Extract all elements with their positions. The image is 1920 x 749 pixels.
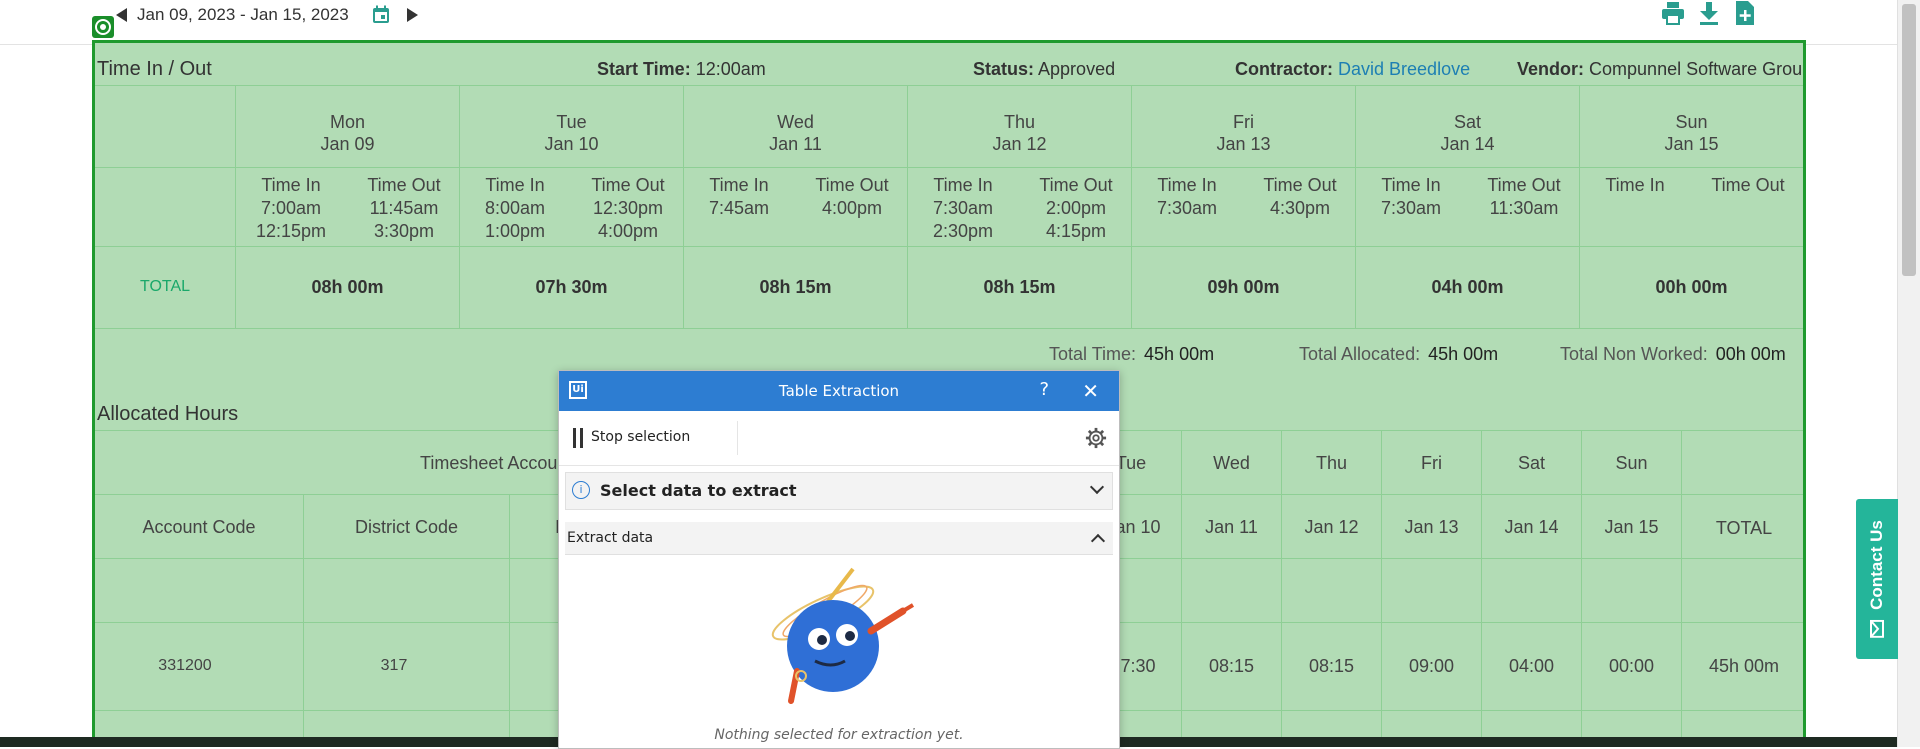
time-in-tue: Time In 8:00am 1:00pm bbox=[484, 175, 546, 241]
pause-icon[interactable] bbox=[573, 428, 583, 448]
empty-state-message: Nothing selected for extraction yet. bbox=[714, 727, 964, 743]
alloc-date-sat: Jan 14 bbox=[1504, 517, 1559, 537]
alloc-day-sat: Sat bbox=[1517, 453, 1546, 473]
info-icon: i bbox=[572, 481, 590, 499]
alloc-day-sun: Sun bbox=[1615, 453, 1648, 473]
contact-us-tab[interactable]: Contact Us bbox=[1856, 499, 1898, 659]
vendor: Vendor: Compunnel Software Group bbox=[1517, 59, 1806, 79]
total-fri: 09h 00m bbox=[1207, 277, 1280, 297]
gear-icon[interactable] bbox=[1085, 427, 1107, 449]
contractor: Contractor: David Breedlove bbox=[1235, 59, 1471, 79]
prev-week-icon[interactable] bbox=[116, 8, 127, 22]
target-icon[interactable] bbox=[92, 16, 114, 38]
select-data-section[interactable]: i Select data to extract bbox=[565, 472, 1113, 510]
action-icons bbox=[1660, 0, 1758, 26]
dialog-title-bar: Ui Table Extraction ? ✕ bbox=[559, 371, 1119, 411]
table-extraction-dialog: Ui Table Extraction ? ✕ Stop selection i… bbox=[558, 370, 1120, 749]
day-header-fri: Fri Jan 13 bbox=[1216, 112, 1271, 154]
total-label: TOTAL bbox=[139, 278, 191, 295]
alloc-val-thu: 08:15 bbox=[1308, 656, 1355, 676]
dialog-title: Table Extraction bbox=[778, 382, 900, 400]
stop-selection-button[interactable]: Stop selection bbox=[591, 429, 690, 445]
day-header-mon: Mon Jan 09 bbox=[320, 112, 375, 154]
chevron-down-icon bbox=[1089, 479, 1105, 495]
dialog-toolbar: Stop selection bbox=[559, 411, 1119, 466]
help-icon[interactable]: ? bbox=[1039, 379, 1049, 400]
date-range-nav: Jan 09, 2023 - Jan 15, 2023 bbox=[116, 3, 418, 27]
calendar-icon[interactable] bbox=[371, 5, 391, 25]
day-header-sat: Sat Jan 14 bbox=[1440, 112, 1495, 154]
time-in-mon: Time In 7:00am 12:15pm bbox=[255, 175, 327, 241]
col-district-code: District Code bbox=[354, 517, 459, 537]
date-range-text: Jan 09, 2023 - Jan 15, 2023 bbox=[137, 5, 349, 24]
start-time: Start Time: 12:00am bbox=[597, 59, 766, 79]
day-header-tue: Tue Jan 10 bbox=[544, 112, 599, 154]
scrollbar-thumb[interactable] bbox=[1902, 4, 1916, 276]
total-non-worked: Total Non Worked: 00h 00m bbox=[1560, 344, 1786, 364]
robot-mascot-illustration bbox=[771, 567, 915, 704]
day-header-sun: Sun Jan 15 bbox=[1664, 112, 1719, 154]
add-file-icon[interactable] bbox=[1732, 0, 1758, 26]
close-icon[interactable]: ✕ bbox=[1082, 379, 1099, 403]
contractor-link[interactable]: David Breedlove bbox=[1338, 59, 1470, 79]
alloc-val-total: 45h 00m bbox=[1708, 656, 1780, 676]
time-in-sun: Time In bbox=[1605, 175, 1665, 195]
alloc-date-fri: Jan 13 bbox=[1404, 517, 1459, 537]
download-icon[interactable] bbox=[1696, 0, 1722, 26]
time-out-mon: Time Out 11:45am 3:30pm bbox=[367, 175, 441, 241]
time-out-thu: Time Out 2:00pm 4:15pm bbox=[1039, 175, 1113, 241]
total-allocated: Total Allocated: 45h 00m bbox=[1299, 344, 1499, 364]
time-in-wed: Time In 7:45am bbox=[708, 175, 770, 218]
time-in-sat: Time In 7:30am bbox=[1380, 175, 1442, 218]
time-out-wed: Time Out 4:00pm bbox=[815, 175, 889, 218]
chevron-up-icon bbox=[1090, 533, 1106, 549]
alloc-val-sat: 04:00 bbox=[1508, 656, 1555, 676]
envelope-icon bbox=[1870, 619, 1884, 638]
time-out-sun: Time Out bbox=[1711, 175, 1785, 195]
toolbar-divider bbox=[737, 421, 738, 455]
alloc-date-sun: Jan 15 bbox=[1604, 517, 1659, 537]
total-sun: 00h 00m bbox=[1655, 277, 1728, 297]
alloc-total-label: TOTAL bbox=[1715, 518, 1773, 538]
alloc-day-fri: Fri bbox=[1421, 453, 1442, 473]
day-header-wed: Wed Jan 11 bbox=[769, 112, 822, 154]
extract-data-section[interactable]: Extract data bbox=[565, 522, 1113, 555]
section-title-time-in-out: Time In / Out bbox=[97, 58, 212, 80]
time-out-sat: Time Out 11:30am bbox=[1487, 175, 1561, 218]
alloc-day-thu: Thu bbox=[1315, 453, 1348, 473]
alloc-val-fri: 09:00 bbox=[1408, 656, 1455, 676]
alloc-date-thu: Jan 12 bbox=[1304, 517, 1359, 537]
time-in-fri: Time In 7:30am bbox=[1156, 175, 1218, 218]
district-code-value: 317 bbox=[380, 657, 408, 674]
col-account-code: Account Code bbox=[142, 517, 256, 537]
alloc-date-wed: Jan 11 bbox=[1205, 517, 1258, 537]
time-in-thu: Time In 7:30am 2:30pm bbox=[932, 175, 994, 241]
section-title-allocated-hours: Allocated Hours bbox=[97, 403, 239, 425]
next-week-icon[interactable] bbox=[406, 8, 418, 22]
timesheet-account-header: Timesheet Accou bbox=[420, 453, 558, 473]
extract-data-label: Extract data bbox=[567, 530, 654, 546]
time-out-fri: Time Out 4:30pm bbox=[1263, 175, 1337, 218]
page-scrollbar[interactable] bbox=[1897, 0, 1920, 747]
alloc-val-sun: 00:00 bbox=[1608, 656, 1655, 676]
status: Status: Approved bbox=[973, 59, 1116, 79]
total-sat: 04h 00m bbox=[1431, 277, 1504, 297]
time-out-tue: Time Out 12:30pm 4:00pm bbox=[591, 175, 665, 241]
total-tue: 07h 30m bbox=[535, 277, 608, 297]
total-thu: 08h 15m bbox=[983, 277, 1056, 297]
alloc-val-wed: 08:15 bbox=[1208, 656, 1255, 676]
top-toolbar: Jan 09, 2023 - Jan 15, 2023 bbox=[0, 0, 1898, 45]
alloc-day-wed: Wed bbox=[1213, 453, 1250, 473]
contact-us-label: Contact Us bbox=[1867, 520, 1886, 610]
total-mon: 08h 00m bbox=[311, 277, 384, 297]
total-time: Total Time: 45h 00m bbox=[1049, 344, 1215, 364]
total-wed: 08h 15m bbox=[759, 277, 832, 297]
account-code-value: 331200 bbox=[158, 657, 212, 674]
day-header-thu: Thu Jan 12 bbox=[992, 112, 1047, 154]
print-icon[interactable] bbox=[1660, 0, 1686, 26]
select-data-label: Select data to extract bbox=[600, 481, 797, 500]
